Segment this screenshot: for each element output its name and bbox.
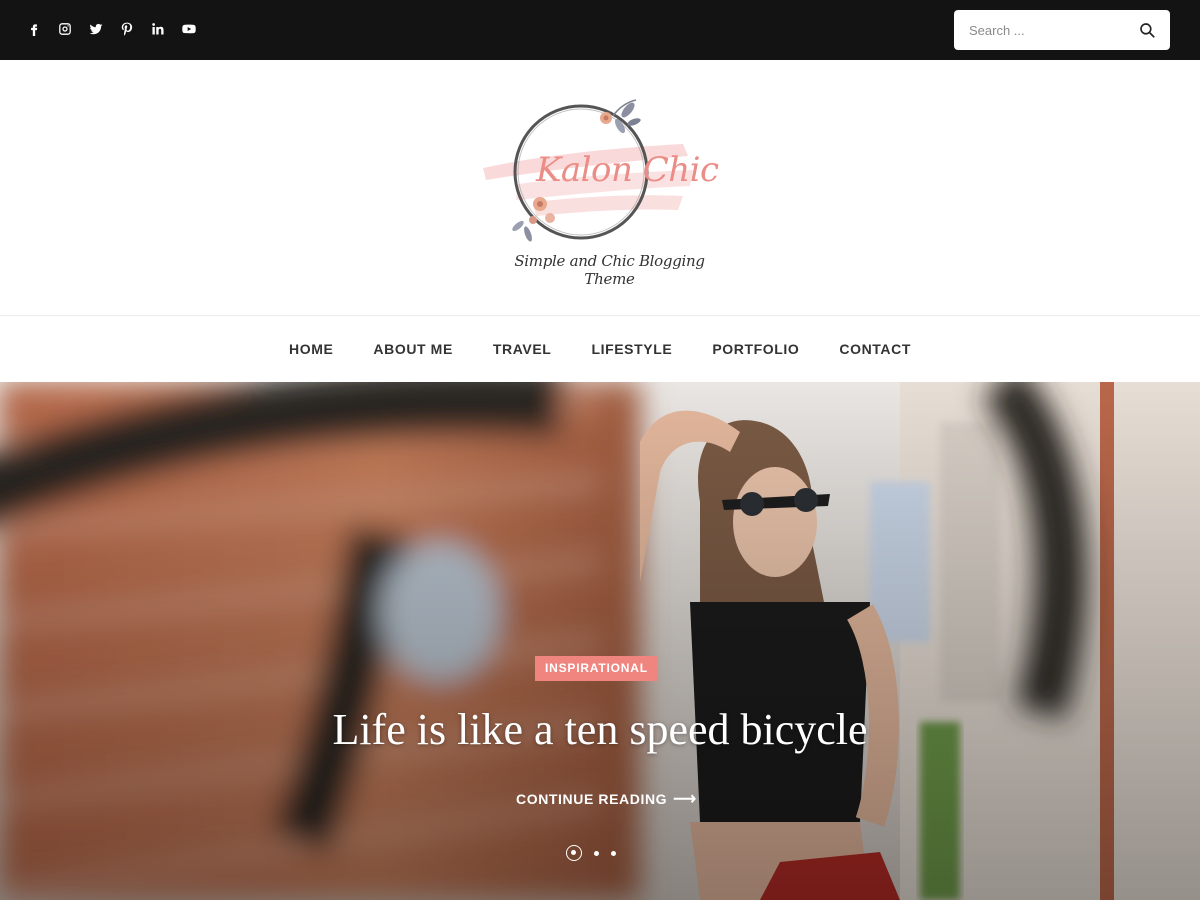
slider-dots (566, 845, 616, 861)
slider-dot-2[interactable] (594, 850, 599, 856)
nav-item-travel[interactable]: TRAVEL (493, 341, 552, 357)
social-links (24, 18, 199, 40)
logo-title[interactable]: Kalon Chic (536, 150, 719, 190)
continue-reading-label: CONTINUE READING (516, 791, 668, 807)
search-form (954, 10, 1170, 50)
hero-background-image (0, 382, 1200, 900)
hero-slider: INSPIRATIONAL Life is like a ten speed b… (0, 382, 1200, 900)
youtube-icon[interactable] (179, 18, 199, 40)
pinterest-icon[interactable] (117, 18, 137, 40)
continue-reading-link[interactable]: CONTINUE READING ⟶ (516, 789, 697, 809)
nav-menu: HOME ABOUT ME TRAVEL LIFESTYLE PORTFOLIO… (0, 316, 1200, 382)
nav-item-contact[interactable]: CONTACT (839, 341, 911, 357)
top-bar (0, 0, 1200, 60)
search-input[interactable] (954, 10, 1134, 50)
facebook-icon[interactable] (24, 18, 44, 40)
nav-item-home[interactable]: HOME (289, 341, 333, 357)
twitter-icon[interactable] (86, 18, 106, 40)
hero-post-title[interactable]: Life is like a ten speed bicycle (0, 704, 1200, 755)
slider-dot-3[interactable] (611, 850, 616, 856)
instagram-icon[interactable] (55, 18, 75, 40)
nav-item-about-me[interactable]: ABOUT ME (373, 341, 452, 357)
arrow-right-icon: ⟶ (673, 791, 697, 808)
nav-item-portfolio[interactable]: PORTFOLIO (712, 341, 799, 357)
post-category-badge[interactable]: INSPIRATIONAL (535, 656, 658, 681)
nav-item-lifestyle[interactable]: LIFESTYLE (591, 341, 672, 357)
site-tagline: Simple and Chic Blogging Theme (514, 252, 705, 288)
slider-dot-1[interactable] (566, 845, 582, 861)
search-icon[interactable] (1138, 21, 1156, 39)
main-navigation: HOME ABOUT ME TRAVEL LIFESTYLE PORTFOLIO… (0, 315, 1200, 382)
linkedin-icon[interactable] (148, 18, 168, 40)
